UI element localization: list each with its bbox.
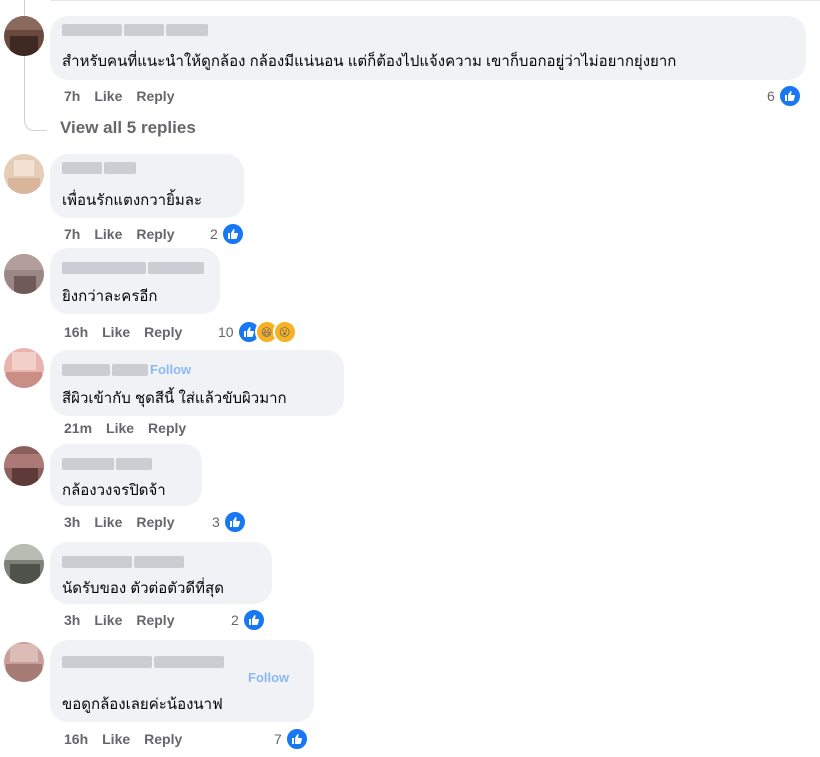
- comment-text: ยิงกว่าละครอีก: [62, 288, 158, 305]
- timestamp[interactable]: 3h: [64, 514, 80, 530]
- thumbs-up-icon: [777, 84, 802, 108]
- avatar[interactable]: [4, 446, 44, 486]
- timestamp[interactable]: 16h: [64, 324, 88, 340]
- view-all-replies-link[interactable]: View all 5 replies: [60, 118, 196, 138]
- like-button[interactable]: Like: [94, 226, 122, 242]
- comment-actions: 7h Like Reply: [64, 88, 174, 104]
- author-name-blurred[interactable]: [62, 24, 208, 36]
- comment-actions: 3h Like Reply: [64, 612, 174, 628]
- reaction-summary[interactable]: 6: [767, 84, 802, 108]
- reaction-count: 10: [218, 324, 234, 340]
- author-name-blurred[interactable]: [62, 556, 184, 568]
- comment-bubble: ยิงกว่าละครอีก: [50, 248, 220, 314]
- reply-button[interactable]: Reply: [148, 420, 186, 436]
- top-divider: [50, 0, 820, 1]
- author-name-blurred[interactable]: [62, 364, 148, 376]
- reply-button[interactable]: Reply: [136, 88, 174, 104]
- reply-button[interactable]: Reply: [144, 324, 182, 340]
- comment-bubble: นัดรับของ ตัวต่อตัวดีที่สุด: [50, 542, 272, 604]
- author-name-blurred[interactable]: [62, 262, 204, 274]
- comment-bubble: สำหรับคนที่แนะนำให้ดูกล้อง กล้องมีแน่นอน…: [50, 16, 806, 80]
- like-button[interactable]: Like: [102, 731, 130, 747]
- reaction-count: 2: [231, 612, 239, 628]
- follow-button[interactable]: Follow: [248, 670, 289, 685]
- reaction-summary[interactable]: 2: [231, 608, 266, 632]
- comment-text: ขอดูกล้องเลยค่ะน้องนาฟ: [62, 696, 223, 713]
- reaction-count: 3: [212, 514, 220, 530]
- reply-button[interactable]: Reply: [136, 226, 174, 242]
- like-button[interactable]: Like: [106, 420, 134, 436]
- reaction-count: 2: [210, 226, 218, 242]
- avatar[interactable]: [4, 16, 44, 56]
- comment-text: สีผิวเข้ากับ ชุดสีนี้ ใส่แล้วขับผิวมาก: [62, 390, 287, 407]
- author-name-blurred[interactable]: [62, 656, 224, 668]
- comment-text: นัดรับของ ตัวต่อตัวดีที่สุด: [62, 580, 224, 597]
- comment-bubble: กล้องวงจรปิดจ้า: [50, 444, 202, 506]
- timestamp[interactable]: 21m: [64, 420, 92, 436]
- reaction-count: 7: [274, 731, 282, 747]
- avatar[interactable]: [4, 154, 44, 194]
- reply-button[interactable]: Reply: [136, 612, 174, 628]
- comment-text: กล้องวงจรปิดจ้า: [62, 482, 166, 499]
- timestamp[interactable]: 7h: [64, 226, 80, 242]
- reaction-summary[interactable]: 7: [274, 727, 309, 751]
- comment-bubble: Follow สีผิวเข้ากับ ชุดสีนี้ ใส่แล้วขับผ…: [50, 350, 344, 416]
- thumbs-up-icon: [284, 727, 309, 751]
- comment-actions: 16h Like Reply: [64, 324, 182, 340]
- avatar[interactable]: [4, 544, 44, 584]
- like-button[interactable]: Like: [102, 324, 130, 340]
- thumbs-up-icon: [222, 510, 247, 534]
- comment-actions: 16h Like Reply: [64, 731, 182, 747]
- timestamp[interactable]: 16h: [64, 731, 88, 747]
- thumbs-up-icon: [241, 608, 266, 632]
- like-button[interactable]: Like: [94, 514, 122, 530]
- timestamp[interactable]: 7h: [64, 88, 80, 104]
- like-button[interactable]: Like: [94, 88, 122, 104]
- avatar[interactable]: [4, 254, 44, 294]
- comment-bubble: เพื่อนรักแตงกวายิ้มละ: [50, 154, 244, 218]
- reaction-summary[interactable]: 3: [212, 510, 247, 534]
- comment-bubble: Follow ขอดูกล้องเลยค่ะน้องนาฟ: [50, 640, 314, 722]
- reply-button[interactable]: Reply: [144, 731, 182, 747]
- like-button[interactable]: Like: [94, 612, 122, 628]
- avatar[interactable]: [4, 642, 44, 682]
- author-name-blurred[interactable]: [62, 162, 136, 174]
- reply-button[interactable]: Reply: [136, 514, 174, 530]
- comment-actions: 7h Like Reply: [64, 226, 174, 242]
- avatar[interactable]: [4, 348, 44, 388]
- timestamp[interactable]: 3h: [64, 612, 80, 628]
- thumbs-up-icon: [220, 222, 245, 246]
- reaction-summary[interactable]: 10 😆 😮: [218, 320, 297, 344]
- reaction-count: 6: [767, 88, 775, 104]
- comment-actions: 3h Like Reply: [64, 514, 174, 530]
- comment-text: เพื่อนรักแตงกวายิ้มละ: [62, 192, 203, 209]
- surprised-face-icon: 😮: [272, 320, 297, 344]
- follow-button[interactable]: Follow: [150, 362, 191, 377]
- comment-actions: 21m Like Reply: [64, 420, 186, 436]
- author-name-blurred[interactable]: [62, 458, 152, 470]
- reaction-summary[interactable]: 2: [210, 222, 245, 246]
- comment-text: สำหรับคนที่แนะนำให้ดูกล้อง กล้องมีแน่นอน…: [62, 53, 677, 70]
